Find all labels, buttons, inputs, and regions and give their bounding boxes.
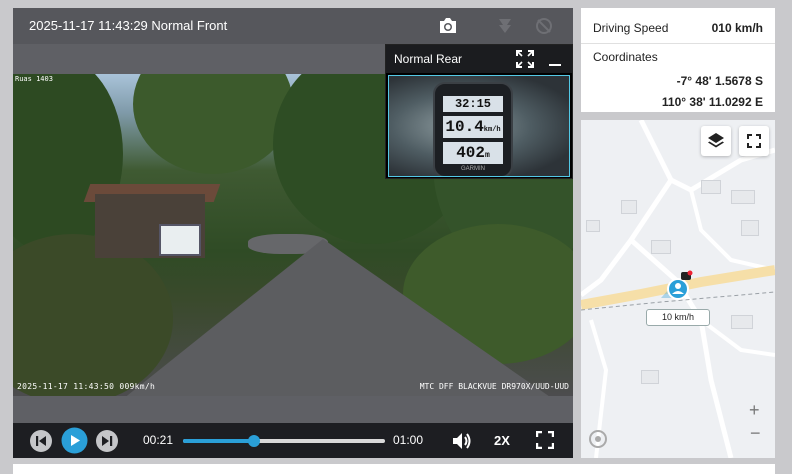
building [731, 315, 753, 329]
gps-device: 32:15 10.4km/h 402m GARMIN [433, 82, 513, 176]
player-title: 2025-11-17 11:43:29 Normal Front [29, 18, 228, 33]
building [701, 180, 721, 194]
progress-handle[interactable] [247, 435, 260, 447]
tree [133, 74, 293, 174]
gps-distance: 402m [443, 142, 503, 164]
coordinates-label: Coordinates [593, 50, 658, 64]
divider [581, 43, 775, 44]
building [741, 220, 759, 236]
bottom-panel [13, 464, 775, 474]
driving-speed-value: 010 km/h [711, 21, 763, 35]
video-player: 2025-11-17 11:43:29 Normal Front Ruas 14… [13, 8, 573, 458]
gps-time: 32:15 [443, 96, 503, 112]
building [731, 190, 755, 204]
player-header: 2025-11-17 11:43:29 Normal Front [13, 8, 573, 44]
rear-camera-feed: 32:15 10.4km/h 402m GARMIN [388, 75, 570, 177]
next-icon[interactable] [95, 429, 119, 453]
prev-icon[interactable] [29, 429, 53, 453]
expand-icon[interactable] [516, 50, 534, 68]
time-current: 00:21 [143, 433, 174, 447]
layers-button[interactable] [701, 126, 731, 156]
rear-title: Normal Rear [394, 52, 463, 66]
playback-rate-button[interactable]: 2X [494, 433, 510, 448]
building [621, 200, 637, 214]
fullscreen-icon[interactable] [536, 431, 554, 449]
map-speed-tag: 10 km/h [646, 309, 710, 326]
layers-icon [708, 133, 724, 148]
gps-speed-value: 10.4 [445, 118, 484, 136]
front-timestamp: 2025-11-17 11:43:50 009km/h [17, 382, 156, 391]
gps-distance-value: 402 [456, 144, 485, 162]
longitude-value: 110° 38' 11.0292 E [661, 95, 763, 109]
road [123, 239, 553, 396]
progress-bar[interactable] [183, 435, 385, 447]
no-record-icon[interactable] [533, 16, 555, 36]
zoom-in-button[interactable]: + [749, 400, 760, 421]
minimize-icon[interactable] [547, 50, 563, 68]
map-fullscreen-icon [747, 134, 761, 148]
compass-icon[interactable] [589, 430, 607, 448]
zoom-out-button[interactable]: − [750, 423, 761, 444]
latitude-value: -7° 48' 1.5678 S [676, 74, 763, 88]
building [641, 370, 659, 384]
time-total: 01:00 [393, 433, 424, 447]
volume-icon[interactable] [451, 431, 473, 451]
play-icon[interactable] [61, 427, 88, 454]
front-device-stamp: MTC DFF BLACKVUE DR970X/UUD-UUD [419, 382, 569, 391]
user-marker-icon[interactable] [661, 270, 701, 310]
map-fullscreen-button[interactable] [739, 126, 769, 156]
driving-speed-label: Driving Speed [593, 21, 669, 35]
building [651, 240, 671, 254]
gps-brand: GARMIN [461, 166, 485, 172]
playback-controls: 00:21 01:00 2X [13, 423, 573, 458]
save-icon[interactable] [494, 16, 516, 36]
progress-fill [183, 439, 254, 443]
gps-speed-unit: km/h [483, 126, 501, 134]
gps-speed: 10.4km/h [443, 116, 503, 138]
rear-header: Normal Rear [386, 45, 572, 73]
info-panel: Driving Speed 010 km/h Coordinates -7° 4… [581, 8, 775, 112]
rear-camera-pip[interactable]: Normal Rear 32:15 10.4km/h 402m GARMIN [385, 44, 573, 179]
front-overlay-label: Ruas 1403 [15, 75, 53, 83]
gps-distance-unit: m [485, 151, 490, 160]
camera-icon[interactable] [437, 16, 459, 36]
building [586, 220, 600, 232]
map-panel[interactable]: 10 km/h + − [581, 120, 775, 458]
